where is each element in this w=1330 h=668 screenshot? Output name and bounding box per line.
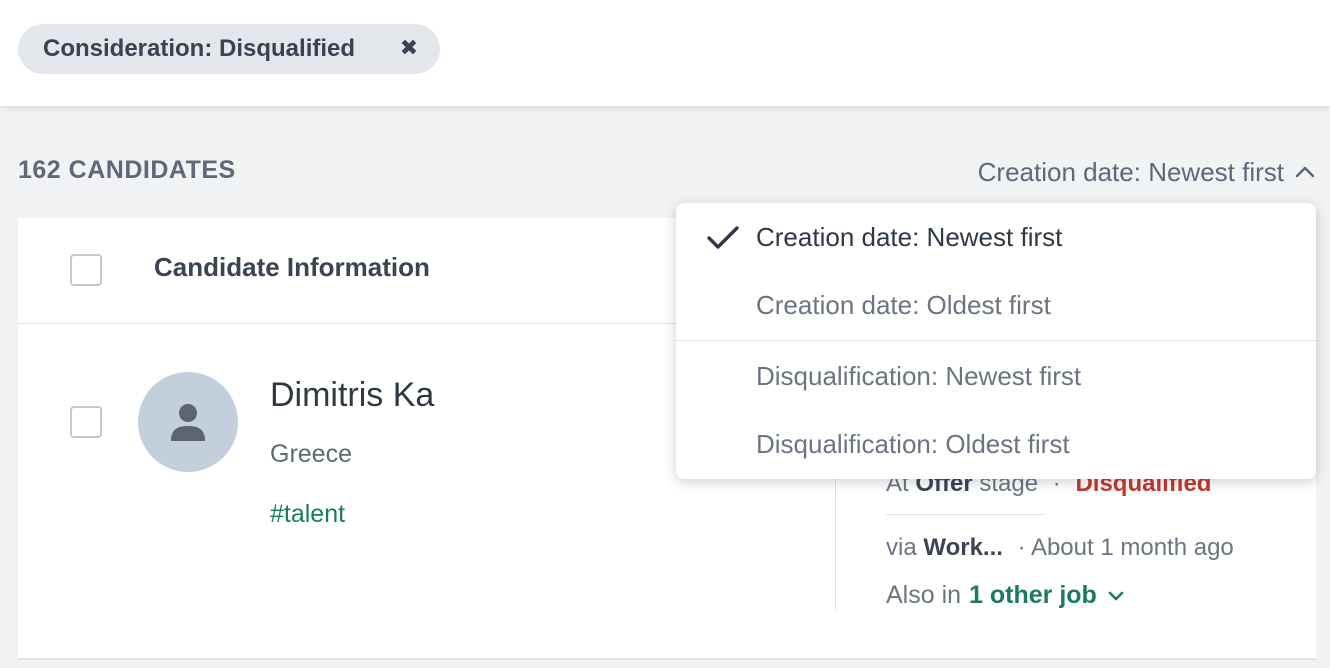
sort-option-label: Disqualification: Newest first [756, 360, 1082, 391]
person-icon [171, 404, 205, 441]
sort-current-label: Creation date: Newest first [977, 156, 1284, 187]
source-info: via Work... · About 1 month ago [886, 534, 1234, 562]
also-in-prefix: Also in [886, 581, 962, 609]
select-all-checkbox[interactable] [70, 254, 102, 286]
sort-option-label: Disqualification: Oldest first [756, 428, 1070, 459]
chevron-up-icon [1295, 166, 1315, 178]
filter-bar: Consideration: Disqualified ✖ [0, 0, 1330, 106]
source-prefix: via [886, 534, 917, 561]
filter-chip-label: Consideration: Disqualified [43, 35, 356, 62]
filter-chip-consideration[interactable]: Consideration: Disqualified ✖ [18, 24, 440, 74]
sort-dropdown-menu: Creation date: Newest first Creation dat… [676, 203, 1316, 479]
sort-option-disqualification-oldest[interactable]: Disqualification: Oldest first [676, 412, 1316, 476]
candidate-count: 162 CANDIDATES [18, 156, 236, 184]
chevron-down-icon [1108, 591, 1124, 600]
sort-option-creation-oldest[interactable]: Creation date: Oldest first [676, 273, 1316, 337]
dropdown-separator [676, 340, 1316, 341]
candidate-checkbox[interactable] [70, 406, 102, 438]
sort-option-creation-newest[interactable]: Creation date: Newest first [676, 205, 1316, 269]
candidate-location: Greece [270, 440, 352, 468]
also-in-jobs: Also in 1 other job [886, 581, 1125, 610]
close-icon[interactable]: ✖ [397, 35, 421, 61]
avatar[interactable] [138, 372, 238, 472]
other-jobs-toggle[interactable]: 1 other job [969, 581, 1125, 610]
source-name[interactable]: Work... [923, 534, 1003, 561]
sort-dropdown-toggle[interactable]: Creation date: Newest first [978, 152, 1316, 192]
other-jobs-label: 1 other job [969, 581, 1097, 609]
candidate-tag[interactable]: #talent [270, 500, 345, 529]
applied-time: · About 1 month ago [1017, 534, 1234, 561]
sort-option-disqualification-newest[interactable]: Disqualification: Newest first [676, 344, 1316, 408]
info-divider [886, 514, 1045, 515]
checkmark-icon [707, 226, 739, 249]
sort-option-label: Creation date: Newest first [756, 221, 1063, 252]
column-header-candidate-info: Candidate Information [154, 252, 430, 282]
sort-option-label: Creation date: Oldest first [756, 289, 1051, 320]
candidate-name[interactable]: Dimitris Ka [270, 376, 434, 415]
